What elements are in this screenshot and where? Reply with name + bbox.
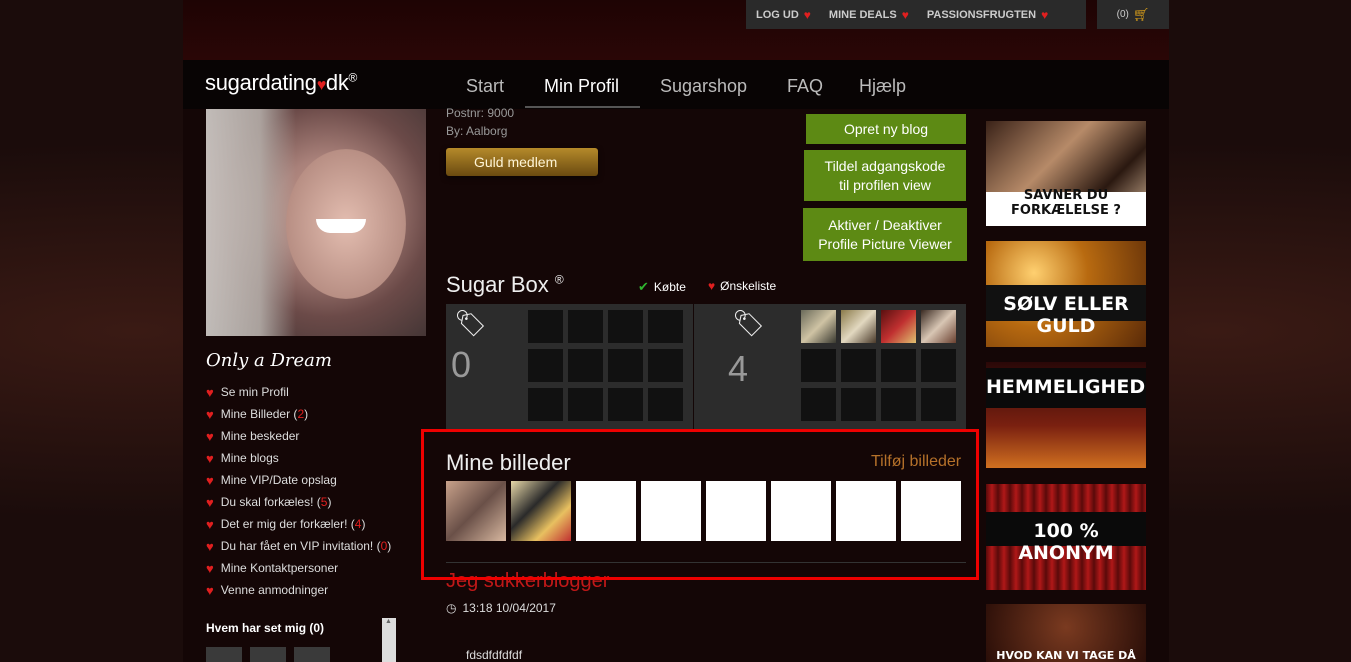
wishlist-panel: 🏷︎ 4 xyxy=(694,304,966,429)
side-menu-item[interactable]: ♥ Se min Profil xyxy=(206,381,391,403)
wishlist-slot[interactable] xyxy=(801,349,836,382)
wishlist-count: 4 xyxy=(728,348,749,389)
sugarbox-title: Sugar Box ® xyxy=(446,272,564,297)
ad-banner-anonym[interactable]: 100 % ANONYM xyxy=(986,484,1146,590)
heart-icon: ♥ xyxy=(901,7,909,22)
profile-username: Only a Dream xyxy=(206,350,332,371)
check-icon: ✔ xyxy=(638,279,649,294)
heart-icon: ♥ xyxy=(708,279,716,293)
heart-icon: ♥ xyxy=(206,428,214,444)
bought-slot[interactable] xyxy=(608,310,643,343)
wishlist-legend: ♥ Ønskeliste xyxy=(708,279,777,293)
picture-viewer-toggle-button[interactable]: Aktiver / Deaktiver Profile Picture View… xyxy=(803,208,967,261)
bought-count: 0 xyxy=(451,344,472,385)
ad-banner-date[interactable]: HVOD KAN VI TAGE DÅ DATE xyxy=(986,604,1146,662)
wishlist-slot[interactable] xyxy=(841,349,876,382)
wishlist-slot[interactable] xyxy=(921,388,956,421)
heart-icon: ♥ xyxy=(206,384,214,400)
access-code-button[interactable]: Tildel adgangskode til profilen view xyxy=(804,150,966,201)
wishlist-slot[interactable] xyxy=(801,388,836,421)
side-menu-item[interactable]: ♥ Det er mig der forkæler! (4) xyxy=(206,513,391,535)
heart-icon: ♥ xyxy=(1041,7,1049,22)
side-menu-item[interactable]: ♥ Du har fået en VIP invitation! (0) xyxy=(206,535,391,557)
wishlist-slot[interactable] xyxy=(841,388,876,421)
bought-slot[interactable] xyxy=(568,310,603,343)
bought-slot[interactable] xyxy=(568,388,603,421)
site-logo[interactable]: sugardating♥dk® xyxy=(205,70,357,96)
cart-count: (0) xyxy=(1116,9,1129,20)
ad-banner-forkaelelse[interactable]: SAVNER DU FORKÆLELSE ? xyxy=(986,121,1146,226)
side-menu: ♥ Se min Profil ♥ Mine Billeder (2) ♥ Mine … xyxy=(206,381,391,601)
wishlist-item[interactable] xyxy=(841,310,876,343)
nav-sugarshop[interactable]: Sugarshop xyxy=(660,76,747,97)
wishlist-item[interactable] xyxy=(881,310,916,343)
side-menu-item[interactable]: ♥ Du skal forkæles! (5) xyxy=(206,491,391,513)
logout-link[interactable]: LOG UD ♥ xyxy=(756,8,811,22)
bought-panel: 🏷︎ 0 xyxy=(446,304,693,429)
who-viewed-me-heading: Hvem har set mig (0) xyxy=(206,621,325,635)
visitors-scrollbar[interactable] xyxy=(382,618,396,662)
my-deals-link[interactable]: MINE DEALS ♥ xyxy=(829,8,909,22)
shopping-cart-icon: 🛒︎ xyxy=(1132,6,1150,22)
create-blog-button[interactable]: Opret ny blog xyxy=(806,114,966,144)
heart-icon: ♥ xyxy=(206,450,214,466)
side-menu-item[interactable]: ♥ Mine VIP/Date opslag xyxy=(206,469,391,491)
side-menu-item[interactable]: ♥ Mine beskeder xyxy=(206,425,391,447)
heart-icon: ♥ xyxy=(803,7,811,22)
heart-icon: ♥ xyxy=(206,516,214,532)
wishlist-slot[interactable] xyxy=(881,388,916,421)
heart-icon: ♥ xyxy=(206,560,214,576)
highlight-box xyxy=(421,429,979,580)
bought-slot[interactable] xyxy=(648,310,683,343)
bought-slot[interactable] xyxy=(568,349,603,382)
nav-faq[interactable]: FAQ xyxy=(787,76,823,97)
bought-slot[interactable] xyxy=(528,349,563,382)
side-menu-item[interactable]: ♥ Mine blogs xyxy=(206,447,391,469)
top-links-bar: LOG UD ♥ MINE DEALS ♥ PASSIONSFRUGTEN ♥ xyxy=(746,0,1086,29)
ad-banner-solv-guld[interactable]: SØLV ELLER GULD xyxy=(986,241,1146,347)
heart-icon: ♥ xyxy=(206,538,214,554)
bought-slot[interactable] xyxy=(648,349,683,382)
bought-slot[interactable] xyxy=(608,388,643,421)
heart-icon: ♥ xyxy=(206,472,214,488)
bought-slot[interactable] xyxy=(528,388,563,421)
profile-postnr: Postnr: 9000 xyxy=(446,106,515,120)
bought-slot[interactable] xyxy=(608,349,643,382)
heart-icon: ♥ xyxy=(206,494,214,510)
wishlist-slot[interactable] xyxy=(881,349,916,382)
visitor-thumbnail[interactable] xyxy=(250,647,286,662)
profile-photo[interactable] xyxy=(206,109,426,336)
visitor-thumbnail[interactable] xyxy=(294,647,330,662)
side-menu-item[interactable]: ♥ Mine Kontaktpersoner xyxy=(206,557,391,579)
clock-icon: ◷ xyxy=(446,601,457,615)
blog-timestamp: ◷ 13:18 10/04/2017 xyxy=(446,601,556,615)
active-tab-underline xyxy=(525,106,640,108)
profile-city: By: Aalborg xyxy=(446,124,508,138)
ad-banner-hemmeligheder[interactable]: HEMMELIGHEDER xyxy=(986,362,1146,468)
side-menu-item[interactable]: ♥ Mine Billeder (2) xyxy=(206,403,391,425)
bought-slot[interactable] xyxy=(528,310,563,343)
nav-min-profil[interactable]: Min Profil xyxy=(544,76,619,97)
visitor-thumbnail[interactable] xyxy=(206,647,242,662)
nav-start[interactable]: Start xyxy=(466,76,504,97)
tag-ribbon-icon: 🏷︎ xyxy=(732,308,766,338)
nav-hjaelp[interactable]: Hjælp xyxy=(859,76,906,97)
cart-button[interactable]: (0) 🛒︎ xyxy=(1097,0,1169,29)
wishlist-slot[interactable] xyxy=(921,349,956,382)
side-menu-item[interactable]: ♥ Venne anmodninger xyxy=(206,579,391,601)
tag-basket-icon: 🏷︎ xyxy=(454,308,488,338)
heart-icon: ♥ xyxy=(316,77,327,94)
passionsfrugten-link[interactable]: PASSIONSFRUGTEN ♥ xyxy=(927,8,1048,22)
gold-member-badge: Guld medlem xyxy=(446,148,598,176)
heart-icon: ♥ xyxy=(206,406,214,422)
wishlist-item[interactable] xyxy=(921,310,956,343)
wishlist-item[interactable] xyxy=(801,310,836,343)
blog-body: fdsdfdfdfdf xyxy=(466,648,523,662)
bought-legend: ✔ Købte xyxy=(638,279,686,294)
main-navbar: sugardating♥dk® Start Min Profil Sugarsh… xyxy=(183,60,1169,109)
bought-slot[interactable] xyxy=(648,388,683,421)
heart-icon: ♥ xyxy=(206,582,214,598)
